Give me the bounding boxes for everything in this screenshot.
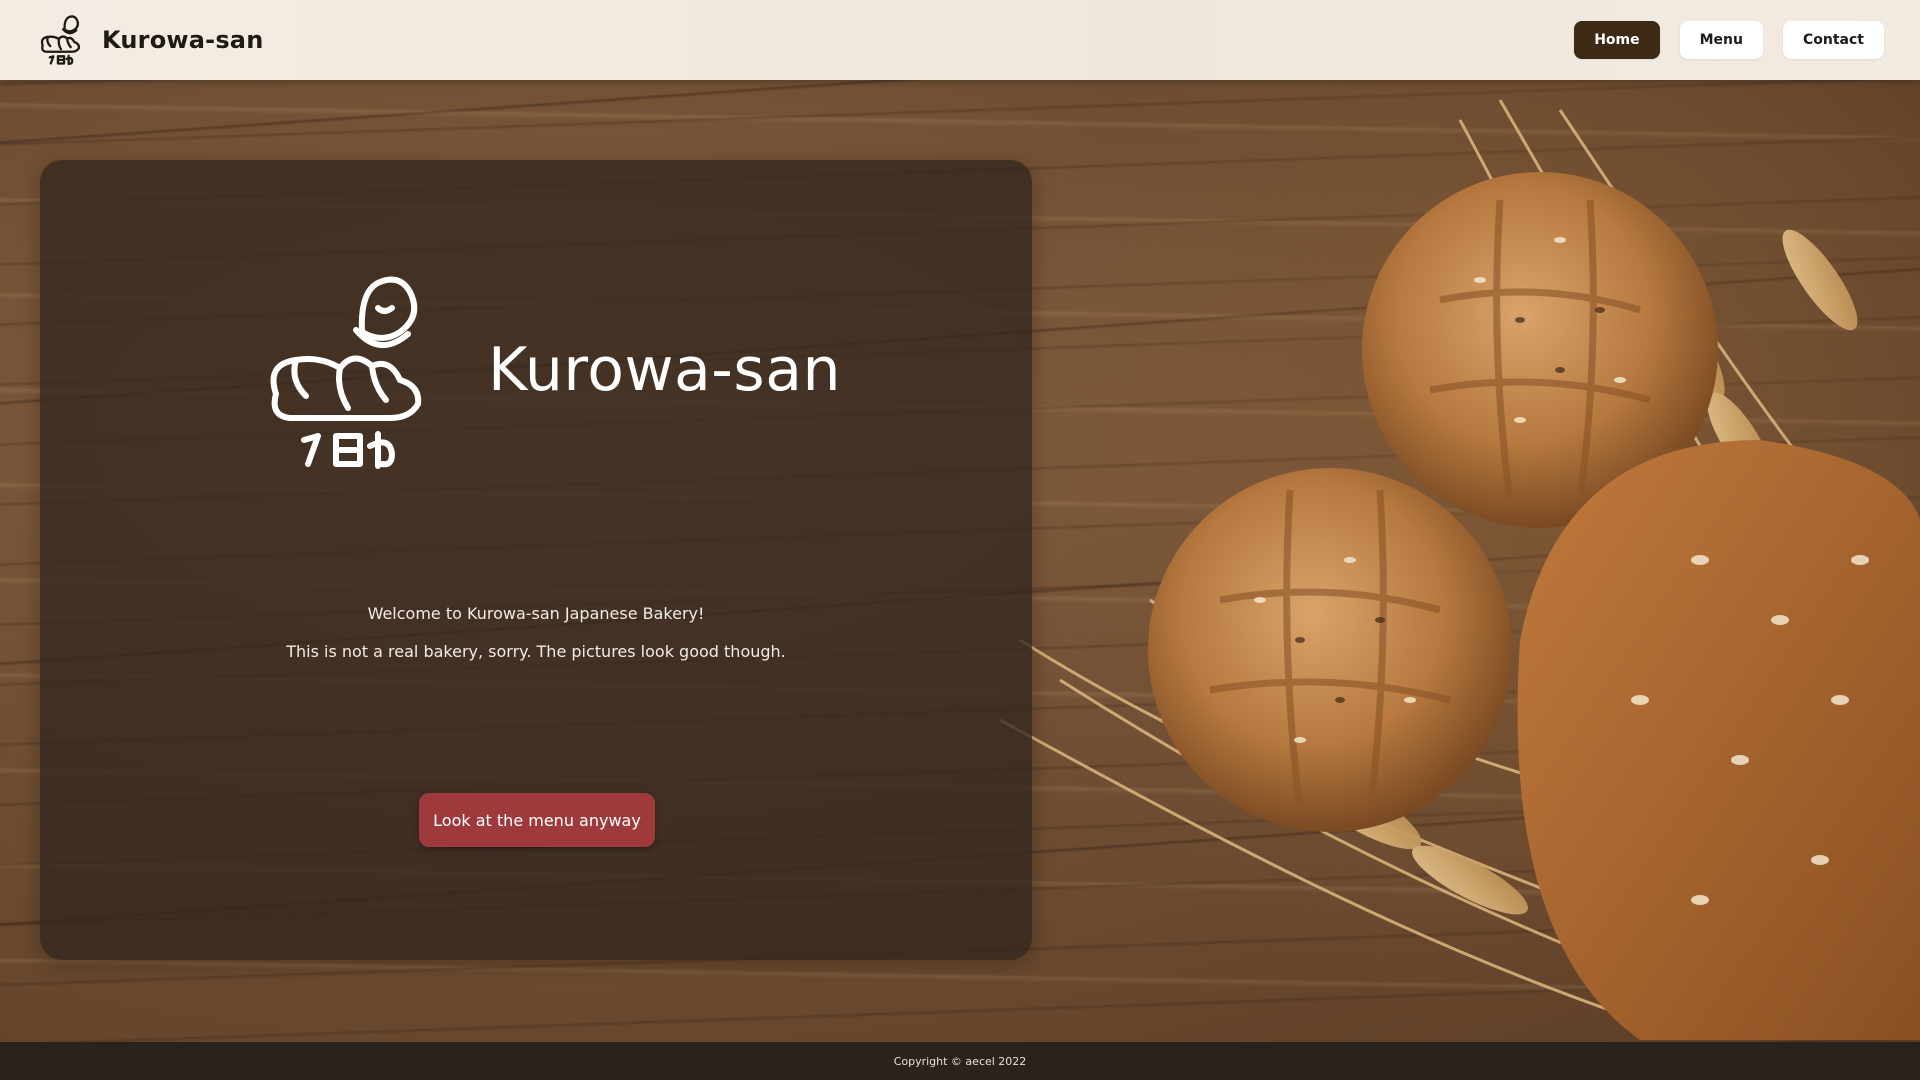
hero-subtitle-text: This is not a real bakery, sorry. The pi… bbox=[286, 642, 786, 661]
view-menu-button[interactable]: Look at the menu anyway bbox=[419, 793, 655, 847]
site-header: Kurowa-san Home Menu Contact bbox=[0, 0, 1920, 80]
brand[interactable]: Kurowa-san bbox=[36, 13, 263, 67]
croissant-top-hat-logo-icon bbox=[270, 276, 422, 469]
hero-panel: Kurowa-san Welcome to Kurowa-san Japanes… bbox=[40, 160, 1032, 960]
nav-home-button[interactable]: Home bbox=[1574, 21, 1660, 59]
nav-menu-button[interactable]: Menu bbox=[1679, 21, 1763, 59]
site-footer: Copyright © aecel 2022 bbox=[0, 1042, 1920, 1080]
main-nav: Home Menu Contact bbox=[1574, 21, 1884, 59]
brand-name: Kurowa-san bbox=[102, 26, 264, 54]
copyright-text: Copyright © aecel 2022 bbox=[893, 1054, 1027, 1068]
hero-title: Kurowa-san bbox=[488, 335, 841, 405]
bread-illustration bbox=[1000, 99, 1920, 1040]
hero-welcome-text: Welcome to Kurowa-san Japanese Bakery! bbox=[367, 604, 705, 623]
croissant-top-hat-logo-icon bbox=[40, 15, 81, 66]
nav-contact-button[interactable]: Contact bbox=[1783, 21, 1884, 59]
